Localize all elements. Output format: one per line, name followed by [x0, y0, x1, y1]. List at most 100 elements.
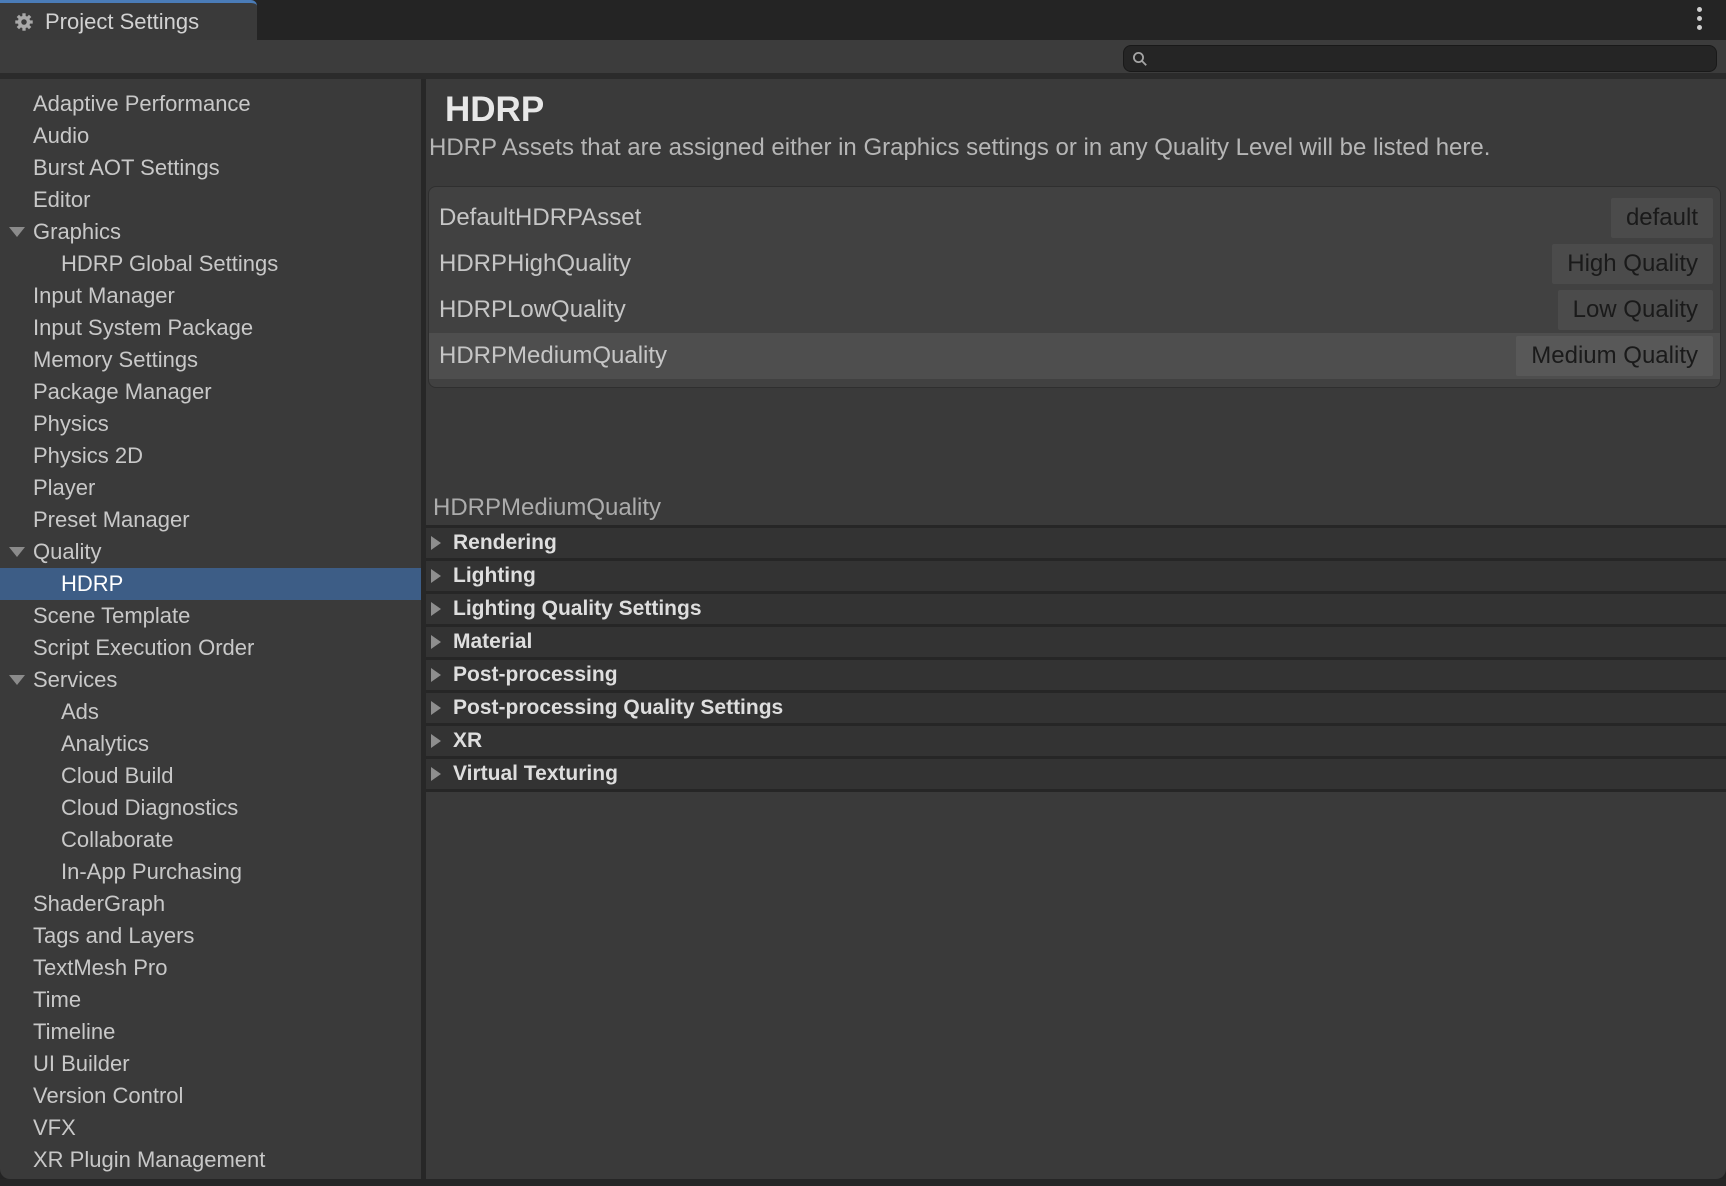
sidebar-item-timeline[interactable]: Timeline: [0, 1016, 421, 1048]
sidebar-item-ads[interactable]: Ads: [0, 696, 421, 728]
sidebar-item-memory-settings[interactable]: Memory Settings: [0, 344, 421, 376]
sidebar-item-label: Analytics: [61, 731, 149, 757]
sidebar-item-label: Package Manager: [33, 379, 212, 405]
kebab-menu-icon[interactable]: [1697, 7, 1702, 30]
foldout-arrow-icon[interactable]: [431, 767, 441, 781]
foldout-label: Material: [453, 630, 532, 654]
sidebar-item-ui-builder[interactable]: UI Builder: [0, 1048, 421, 1080]
sidebar-item-graphics[interactable]: Graphics: [0, 216, 421, 248]
sidebar-item-label: Tags and Layers: [33, 923, 194, 949]
foldout-post-processing-quality-settings[interactable]: Post-processing Quality Settings: [426, 693, 1726, 726]
sidebar-item-preset-manager[interactable]: Preset Manager: [0, 504, 421, 536]
sidebar-item-shadergraph[interactable]: ShaderGraph: [0, 888, 421, 920]
sidebar-item-label: UI Builder: [33, 1051, 130, 1077]
foldout-lighting-quality-settings[interactable]: Lighting Quality Settings: [426, 594, 1726, 627]
foldout-rendering[interactable]: Rendering: [426, 528, 1726, 561]
quality-tag-badge: Medium Quality: [1516, 336, 1713, 376]
sidebar-item-label: HDRP: [61, 571, 123, 597]
sidebar-item-label: Physics: [33, 411, 109, 437]
sidebar-item-collaborate[interactable]: Collaborate: [0, 824, 421, 856]
sidebar-item-label: Scene Template: [33, 603, 190, 629]
sidebar-item-cloud-build[interactable]: Cloud Build: [0, 760, 421, 792]
page-subtitle: HDRP Assets that are assigned either in …: [429, 136, 1726, 160]
asset-row-hdrplowquality[interactable]: HDRPLowQualityLow Quality: [429, 287, 1720, 333]
foldout-post-processing[interactable]: Post-processing: [426, 660, 1726, 693]
sidebar-item-xr-plugin-management[interactable]: XR Plugin Management: [0, 1144, 421, 1176]
expand-triangle-icon[interactable]: [9, 675, 25, 685]
search-input[interactable]: [1154, 46, 1716, 71]
sidebar-item-vfx[interactable]: VFX: [0, 1112, 421, 1144]
sidebar-item-analytics[interactable]: Analytics: [0, 728, 421, 760]
sidebar-item-version-control[interactable]: Version Control: [0, 1080, 421, 1112]
sidebar-item-physics[interactable]: Physics: [0, 408, 421, 440]
foldout-arrow-icon[interactable]: [431, 635, 441, 649]
sidebar-item-label: Player: [33, 475, 95, 501]
sidebar-item-label: Collaborate: [61, 827, 174, 853]
sidebar-item-textmesh-pro[interactable]: TextMesh Pro: [0, 952, 421, 984]
sidebar-item-label: Services: [33, 667, 117, 693]
settings-sidebar: Adaptive Performance Audio Burst AOT Setti…: [0, 79, 421, 1179]
selected-asset-label: HDRPMediumQuality: [433, 494, 661, 522]
foldout-lighting[interactable]: Lighting: [426, 561, 1726, 594]
main-panel: HDRP HDRP Assets that are assigned eithe…: [426, 79, 1726, 1179]
page-title: HDRP: [445, 92, 1726, 127]
sidebar-item-hdrp[interactable]: HDRP: [0, 568, 421, 600]
tab-title: Project Settings: [45, 9, 199, 35]
expand-triangle-icon[interactable]: [9, 547, 25, 557]
selected-asset-label-row: HDRPMediumQuality: [426, 490, 1726, 528]
sidebar-item-label: Timeline: [33, 1019, 115, 1045]
sidebar-item-quality[interactable]: Quality: [0, 536, 421, 568]
sidebar-item-package-manager[interactable]: Package Manager: [0, 376, 421, 408]
sidebar-item-label: Audio: [33, 123, 89, 149]
sidebar-item-player[interactable]: Player: [0, 472, 421, 504]
asset-row-hdrpmediumquality[interactable]: HDRPMediumQualityMedium Quality: [429, 333, 1720, 379]
foldout-label: Rendering: [453, 531, 557, 555]
sidebar-item-time[interactable]: Time: [0, 984, 421, 1016]
foldout-label: Lighting Quality Settings: [453, 597, 702, 621]
foldout-virtual-texturing[interactable]: Virtual Texturing: [426, 759, 1726, 792]
foldout-arrow-icon[interactable]: [431, 668, 441, 682]
sidebar-item-tags-and-layers[interactable]: Tags and Layers: [0, 920, 421, 952]
foldout-label: Lighting: [453, 564, 536, 588]
expand-triangle-icon[interactable]: [9, 227, 25, 237]
foldout-arrow-icon[interactable]: [431, 536, 441, 550]
foldout-label: XR: [453, 729, 482, 753]
sidebar-item-label: Memory Settings: [33, 347, 198, 373]
sidebar-item-hdrp-global-settings[interactable]: HDRP Global Settings: [0, 248, 421, 280]
tab-project-settings[interactable]: Project Settings: [0, 0, 257, 40]
sidebar-item-physics-2d[interactable]: Physics 2D: [0, 440, 421, 472]
sidebar-item-label: Version Control: [33, 1083, 183, 1109]
sidebar-item-script-execution-order[interactable]: Script Execution Order: [0, 632, 421, 664]
sidebar-item-label: Input System Package: [33, 315, 253, 341]
sidebar-item-label: ShaderGraph: [33, 891, 165, 917]
sidebar-item-cloud-diagnostics[interactable]: Cloud Diagnostics: [0, 792, 421, 824]
foldout-xr[interactable]: XR: [426, 726, 1726, 759]
foldout-arrow-icon[interactable]: [431, 569, 441, 583]
search-field[interactable]: [1123, 45, 1717, 72]
sidebar-item-label: Time: [33, 987, 81, 1013]
sidebar-item-label: Script Execution Order: [33, 635, 254, 661]
asset-row-hdrphighquality[interactable]: HDRPHighQualityHigh Quality: [429, 241, 1720, 287]
sidebar-item-audio[interactable]: Audio: [0, 120, 421, 152]
sidebar-item-label: TextMesh Pro: [33, 955, 168, 981]
sidebar-item-label: VFX: [33, 1115, 76, 1141]
sidebar-item-services[interactable]: Services: [0, 664, 421, 696]
sidebar-item-adaptive-performance[interactable]: Adaptive Performance: [0, 88, 421, 120]
sidebar-item-burst-aot-settings[interactable]: Burst AOT Settings: [0, 152, 421, 184]
sidebar-item-in-app-purchasing[interactable]: In-App Purchasing: [0, 856, 421, 888]
sidebar-item-label: Editor: [33, 187, 90, 213]
asset-row-defaulthdrpasset[interactable]: DefaultHDRPAssetdefault: [429, 195, 1720, 241]
sidebar-item-input-system-package[interactable]: Input System Package: [0, 312, 421, 344]
foldout-arrow-icon[interactable]: [431, 701, 441, 715]
sidebar-item-label: Ads: [61, 699, 99, 725]
quality-tag-badge: default: [1611, 198, 1713, 238]
sidebar-item-label: Physics 2D: [33, 443, 143, 469]
foldout-arrow-icon[interactable]: [431, 734, 441, 748]
foldout-arrow-icon[interactable]: [431, 602, 441, 616]
foldout-material[interactable]: Material: [426, 627, 1726, 660]
content-area: Adaptive Performance Audio Burst AOT Setti…: [0, 79, 1726, 1179]
sidebar-item-input-manager[interactable]: Input Manager: [0, 280, 421, 312]
sidebar-item-editor[interactable]: Editor: [0, 184, 421, 216]
asset-name: HDRPLowQuality: [439, 296, 626, 324]
sidebar-item-scene-template[interactable]: Scene Template: [0, 600, 421, 632]
